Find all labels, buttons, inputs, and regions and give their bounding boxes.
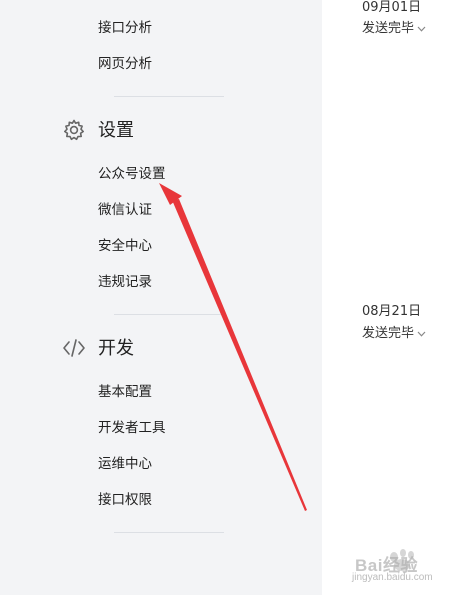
- sidebar-item-security-center[interactable]: 安全中心: [98, 237, 152, 255]
- message-status-dropdown[interactable]: 发送完毕: [362, 21, 426, 37]
- section-divider: [114, 532, 224, 533]
- message-status-label: 发送完毕: [362, 21, 415, 36]
- section-title-development: 开发: [98, 338, 134, 359]
- sidebar-item-account-settings[interactable]: 公众号设置: [98, 165, 166, 183]
- message-status-dropdown[interactable]: 发送完毕: [362, 326, 426, 342]
- sidebar-item-web-analysis[interactable]: 网页分析: [98, 55, 152, 73]
- section-divider: [114, 96, 224, 97]
- gear-icon: [64, 119, 84, 141]
- sidebar-item-basic-config[interactable]: 基本配置: [98, 383, 152, 401]
- message-date: 09月01日: [362, 0, 422, 15]
- sidebar: 接口分析 网页分析 设置 公众号设置 微信认证 安全中心 违规记录 开发 基本配…: [0, 0, 322, 595]
- sidebar-item-violation-records[interactable]: 违规记录: [98, 273, 152, 291]
- message-list: [322, 0, 465, 595]
- section-title-settings: 设置: [98, 120, 134, 141]
- chevron-down-icon: [417, 26, 426, 32]
- sidebar-item-ops-center[interactable]: 运维中心: [98, 455, 152, 473]
- message-date: 08月21日: [362, 304, 422, 319]
- section-divider: [114, 314, 224, 315]
- sidebar-item-api-permissions[interactable]: 接口权限: [98, 491, 152, 509]
- message-status-label: 发送完毕: [362, 326, 415, 341]
- code-icon: [63, 339, 85, 357]
- sidebar-item-api-analysis[interactable]: 接口分析: [98, 19, 152, 37]
- sidebar-item-developer-tools[interactable]: 开发者工具: [98, 419, 166, 437]
- sidebar-item-wechat-verification[interactable]: 微信认证: [98, 201, 152, 219]
- watermark-url: jingyan.baidu.com: [352, 572, 433, 583]
- chevron-down-icon: [417, 331, 426, 337]
